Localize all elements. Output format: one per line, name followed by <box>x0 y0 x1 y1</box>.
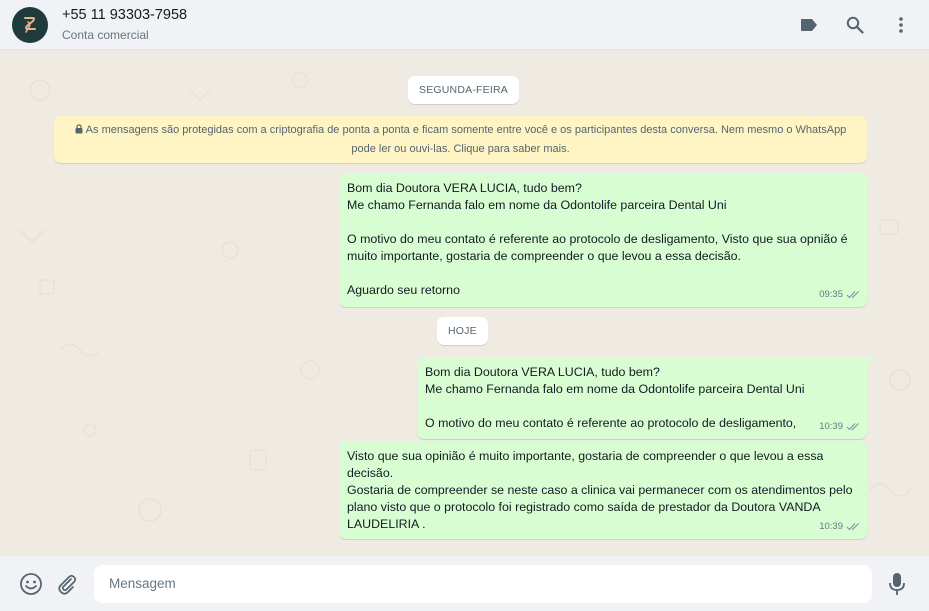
double-check-icon <box>846 423 859 431</box>
label-icon[interactable] <box>797 13 821 37</box>
day-separator: SEGUNDA-FEIRA <box>408 76 519 104</box>
double-check-icon <box>846 523 859 531</box>
message-text: Bom dia Doutora VERA LUCIA, tudo bem? Me… <box>425 365 805 430</box>
encryption-notice-text: As mensagens são protegidas com a cripto… <box>85 124 847 155</box>
message-meta: 10:39 <box>819 418 860 435</box>
message-bubble[interactable]: Bom dia Doutora VERA LUCIA, tudo bem? Me… <box>339 173 867 307</box>
mic-icon[interactable] <box>884 571 910 597</box>
message-meta: 09:35 <box>819 286 860 303</box>
message-text: Bom dia Doutora VERA LUCIA, tudo bem? Me… <box>347 181 848 297</box>
logo-icon <box>24 16 36 33</box>
contact-subtitle: Conta comercial <box>62 27 149 42</box>
day-separator: HOJE <box>437 317 488 345</box>
message-bubble[interactable]: Visto que sua opinião é muito importante… <box>339 441 867 539</box>
emoji-icon[interactable] <box>18 571 44 597</box>
conversation-panel[interactable]: SEGUNDA-FEIRA As mensagens são protegida… <box>0 50 929 556</box>
chat-header: +55 11 93303-7958 Conta comercial <box>0 0 929 50</box>
contact-name: +55 11 93303-7958 <box>62 6 188 23</box>
contact-info[interactable]: +55 11 93303-7958 Conta comercial <box>62 6 797 44</box>
encryption-notice[interactable]: As mensagens são protegidas com a cripto… <box>54 116 867 163</box>
message-time: 10:39 <box>819 521 843 532</box>
bubble-tail <box>866 357 874 368</box>
attach-icon[interactable] <box>54 571 80 597</box>
search-icon[interactable] <box>843 13 867 37</box>
avatar[interactable] <box>12 6 48 43</box>
double-check-icon <box>846 291 859 299</box>
lock-icon <box>75 122 83 140</box>
message-text: Visto que sua opinião é muito importante… <box>347 449 853 531</box>
menu-icon[interactable] <box>889 13 913 37</box>
composer-bar <box>0 556 929 611</box>
message-time: 10:39 <box>819 421 843 432</box>
message-time: 09:35 <box>819 289 843 300</box>
message-meta: 10:39 <box>819 518 860 535</box>
message-input[interactable] <box>94 564 872 603</box>
message-bubble[interactable]: Bom dia Doutora VERA LUCIA, tudo bem? Me… <box>417 357 874 439</box>
